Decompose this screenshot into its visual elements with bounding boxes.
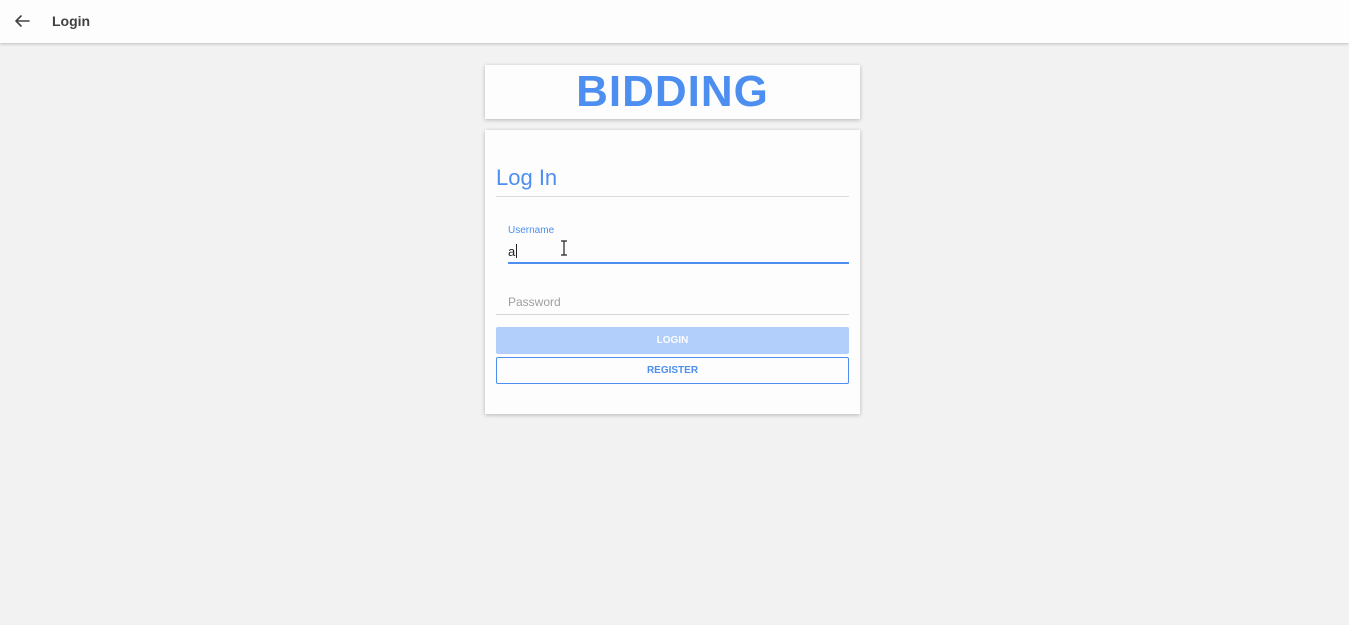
text-caret [516, 244, 517, 258]
register-button[interactable]: REGISTER [496, 357, 849, 384]
brand-card: BIDDING [485, 65, 860, 119]
password-input[interactable] [508, 291, 849, 313]
login-button[interactable]: LOGIN [496, 327, 849, 354]
app-toolbar: Login [0, 0, 1349, 43]
heading-divider [496, 196, 849, 197]
brand-logo-text: BIDDING [576, 67, 769, 116]
text-cursor-icon [561, 240, 567, 256]
page-title: Login [52, 13, 91, 29]
password-underline [496, 314, 849, 315]
login-heading: Log In [496, 165, 558, 190]
back-button[interactable] [10, 9, 34, 33]
arrow-left-icon [15, 15, 30, 27]
username-label: Username [508, 225, 555, 236]
username-underline [508, 262, 849, 264]
login-card: Log In Username LOGIN REGISTER [485, 130, 860, 414]
